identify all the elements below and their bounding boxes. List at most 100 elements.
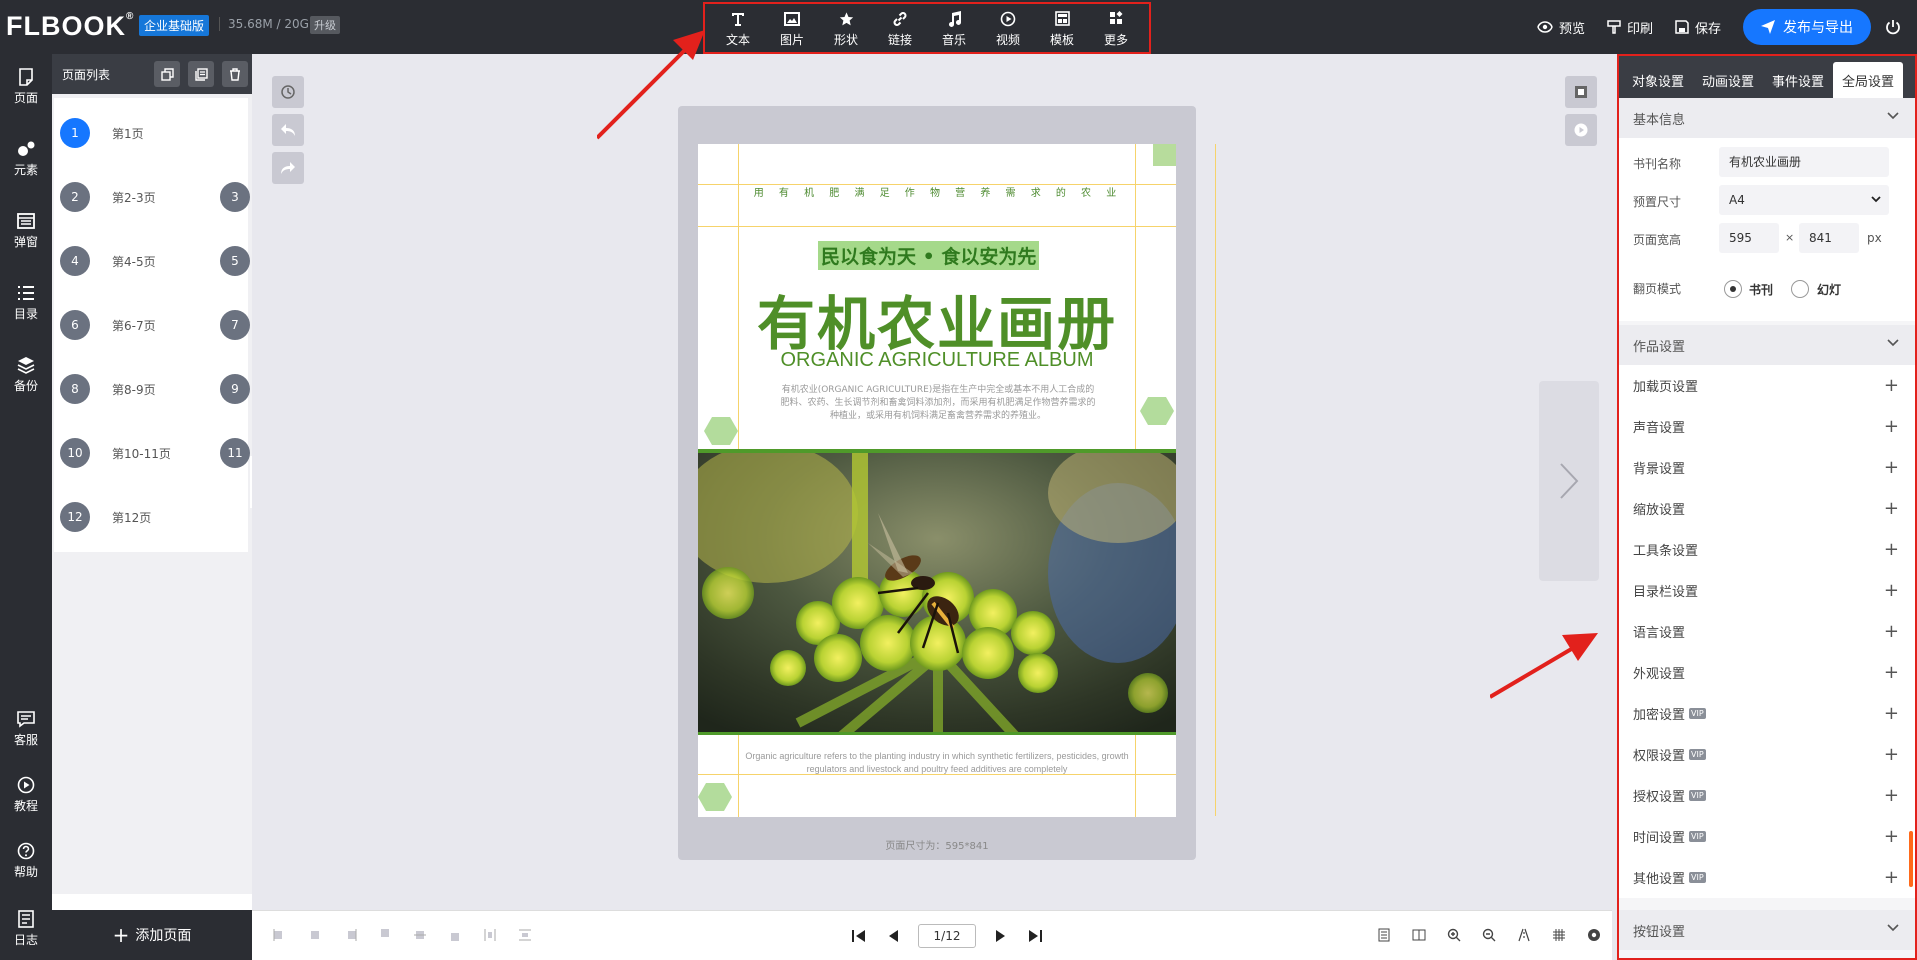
save-button[interactable]: 保存 xyxy=(1675,18,1721,37)
settings-panel: 对象设置 动画设置 事件设置 全局设置 基本信息 书刊名称 有机农业画册 预置尺… xyxy=(1617,54,1917,960)
print-button[interactable]: 印刷 xyxy=(1607,18,1653,37)
description-text[interactable]: 有机农业(ORGANIC AGRICULTURE)是指在生产中完全或基本不用人工… xyxy=(778,384,1098,423)
power-icon[interactable] xyxy=(1885,19,1907,35)
page-settings-button[interactable] xyxy=(1565,76,1597,108)
setting-zoom[interactable]: 缩放设置 + xyxy=(1619,488,1915,529)
nav-tutorial[interactable]: 教程 xyxy=(0,776,52,814)
delete-page-button[interactable] xyxy=(222,61,248,87)
spread-view-icon[interactable] xyxy=(1411,927,1427,943)
next-page-button[interactable] xyxy=(1539,381,1599,581)
setting-time[interactable]: 时间设置 VIP + xyxy=(1619,816,1915,857)
preset-size-select[interactable]: A4 xyxy=(1719,185,1889,215)
zoom-in-icon[interactable] xyxy=(1446,927,1462,943)
play-preview-button[interactable] xyxy=(1565,114,1597,146)
align-right-icon[interactable] xyxy=(342,927,358,943)
album-subtitle[interactable]: ORGANIC AGRICULTURE ALBUM xyxy=(698,349,1176,372)
nav-catalog[interactable]: 目录 xyxy=(0,284,52,322)
page-thumb-6-7[interactable]: 6 第6-7页 7 xyxy=(54,290,250,360)
page-navigator: 1/12 xyxy=(842,924,1052,948)
vip-badge: VIP xyxy=(1689,831,1706,842)
book-name-input[interactable]: 有机农业画册 xyxy=(1719,147,1889,177)
add-page-button[interactable]: + 添加页面 xyxy=(52,910,252,960)
copy-page-button[interactable] xyxy=(154,61,180,87)
setting-appearance[interactable]: 外观设置 + xyxy=(1619,652,1915,693)
setting-loading-page[interactable]: 加载页设置 + xyxy=(1619,365,1915,406)
history-button[interactable] xyxy=(272,76,304,108)
first-page-icon[interactable] xyxy=(848,929,870,943)
duplicate-page-button[interactable] xyxy=(188,61,214,87)
panel-scrollbar[interactable] xyxy=(1909,831,1913,887)
slogan-text[interactable]: 民以食为天 • 食以安为先 xyxy=(818,241,1040,270)
nav-help[interactable]: 帮助 xyxy=(0,842,52,880)
tab-event-settings[interactable]: 事件设置 xyxy=(1763,62,1833,98)
settings-icon[interactable] xyxy=(1586,927,1602,943)
page-thumb-10-11[interactable]: 10 第10-11页 11 xyxy=(54,418,250,488)
page-width-input[interactable]: 595 xyxy=(1719,223,1779,253)
nav-page[interactable]: 页面 xyxy=(0,68,52,106)
setting-permission[interactable]: 权限设置 VIP + xyxy=(1619,734,1915,775)
setting-encryption[interactable]: 加密设置 VIP + xyxy=(1619,693,1915,734)
setting-catalog-bar[interactable]: 目录栏设置 + xyxy=(1619,570,1915,611)
section-work-settings[interactable]: 作品设置 xyxy=(1619,325,1915,365)
nav-elements[interactable]: 元素 xyxy=(0,140,52,178)
setting-background[interactable]: 背景设置 + xyxy=(1619,447,1915,488)
guides-icon[interactable] xyxy=(1516,927,1532,943)
nav-popup[interactable]: 弹窗 xyxy=(0,212,52,250)
page-view-icon[interactable] xyxy=(1376,927,1392,943)
tab-object-settings[interactable]: 对象设置 xyxy=(1623,62,1693,98)
page-thumb-8-9[interactable]: 8 第8-9页 9 xyxy=(54,354,250,424)
setting-authorization[interactable]: 授权设置 VIP + xyxy=(1619,775,1915,816)
tool-link[interactable]: 链接 xyxy=(875,9,925,48)
tab-animation-settings[interactable]: 动画设置 xyxy=(1693,62,1763,98)
tab-global-settings[interactable]: 全局设置 xyxy=(1833,62,1903,98)
align-bottom-icon[interactable] xyxy=(447,927,463,943)
nav-backup[interactable]: 备份 xyxy=(0,356,52,394)
tool-template[interactable]: 模板 xyxy=(1037,9,1087,48)
setting-other[interactable]: 其他设置 VIP + xyxy=(1619,857,1915,898)
top-slogan-line[interactable]: 用 有 机 肥 满 足 作 物 营 养 需 求 的 农 业 xyxy=(738,184,1138,199)
grid-icon[interactable] xyxy=(1551,927,1567,943)
tool-text[interactable]: 文本 xyxy=(713,9,763,48)
tool-more[interactable]: 更多 xyxy=(1091,9,1141,48)
page-thumb-1[interactable]: 1 第1页 xyxy=(54,98,248,168)
page-thumb-4-5[interactable]: 4 第4-5页 5 xyxy=(54,226,250,296)
align-middle-icon[interactable] xyxy=(412,927,428,943)
flower-photo[interactable] xyxy=(698,449,1176,735)
prev-page-icon[interactable] xyxy=(882,929,904,943)
music-icon xyxy=(947,9,961,29)
last-page-icon[interactable] xyxy=(1024,929,1046,943)
upgrade-button[interactable]: 升级 xyxy=(310,16,340,34)
setting-toolbar[interactable]: 工具条设置 + xyxy=(1619,529,1915,570)
page-content[interactable]: 用 有 机 肥 满 足 作 物 营 养 需 求 的 农 业 民以食为天 • 食以… xyxy=(698,144,1176,817)
section-button-settings[interactable]: 按钮设置 xyxy=(1619,910,1915,950)
publish-export-button[interactable]: 发布与导出 xyxy=(1743,9,1871,45)
align-left-icon[interactable] xyxy=(272,927,288,943)
play-icon xyxy=(1574,123,1588,137)
align-top-icon[interactable] xyxy=(377,927,393,943)
tool-music[interactable]: 音乐 xyxy=(929,9,979,48)
setting-sound[interactable]: 声音设置 + xyxy=(1619,406,1915,447)
undo-button[interactable] xyxy=(272,114,304,146)
radio-mode-book[interactable] xyxy=(1724,280,1742,298)
page-height-input[interactable]: 841 xyxy=(1799,223,1859,253)
nav-log[interactable]: 日志 xyxy=(0,910,52,948)
zoom-out-icon[interactable] xyxy=(1481,927,1497,943)
page-number-input[interactable]: 1/12 xyxy=(918,924,976,948)
page-thumb-2-3[interactable]: 2 第2-3页 3 xyxy=(54,162,250,232)
preview-button[interactable]: 预览 xyxy=(1537,18,1585,37)
align-center-icon[interactable] xyxy=(307,927,323,943)
redo-button[interactable] xyxy=(272,152,304,184)
tool-image[interactable]: 图片 xyxy=(767,9,817,48)
next-page-icon[interactable] xyxy=(990,929,1012,943)
tool-video[interactable]: 视频 xyxy=(983,9,1033,48)
setting-language[interactable]: 语言设置 + xyxy=(1619,611,1915,652)
section-basic-info[interactable]: 基本信息 xyxy=(1619,98,1915,138)
page-thumb-12[interactable]: 12 第12页 xyxy=(54,482,248,552)
nav-service[interactable]: 客服 xyxy=(0,710,52,748)
distribute-horizontal-icon[interactable] xyxy=(482,927,498,943)
radio-mode-slide[interactable] xyxy=(1791,280,1809,298)
distribute-vertical-icon[interactable] xyxy=(517,927,533,943)
log-icon xyxy=(18,910,34,928)
footer-english-text[interactable]: Organic agriculture refers to the planti… xyxy=(728,750,1146,776)
tool-shape[interactable]: 形状 xyxy=(821,9,871,48)
